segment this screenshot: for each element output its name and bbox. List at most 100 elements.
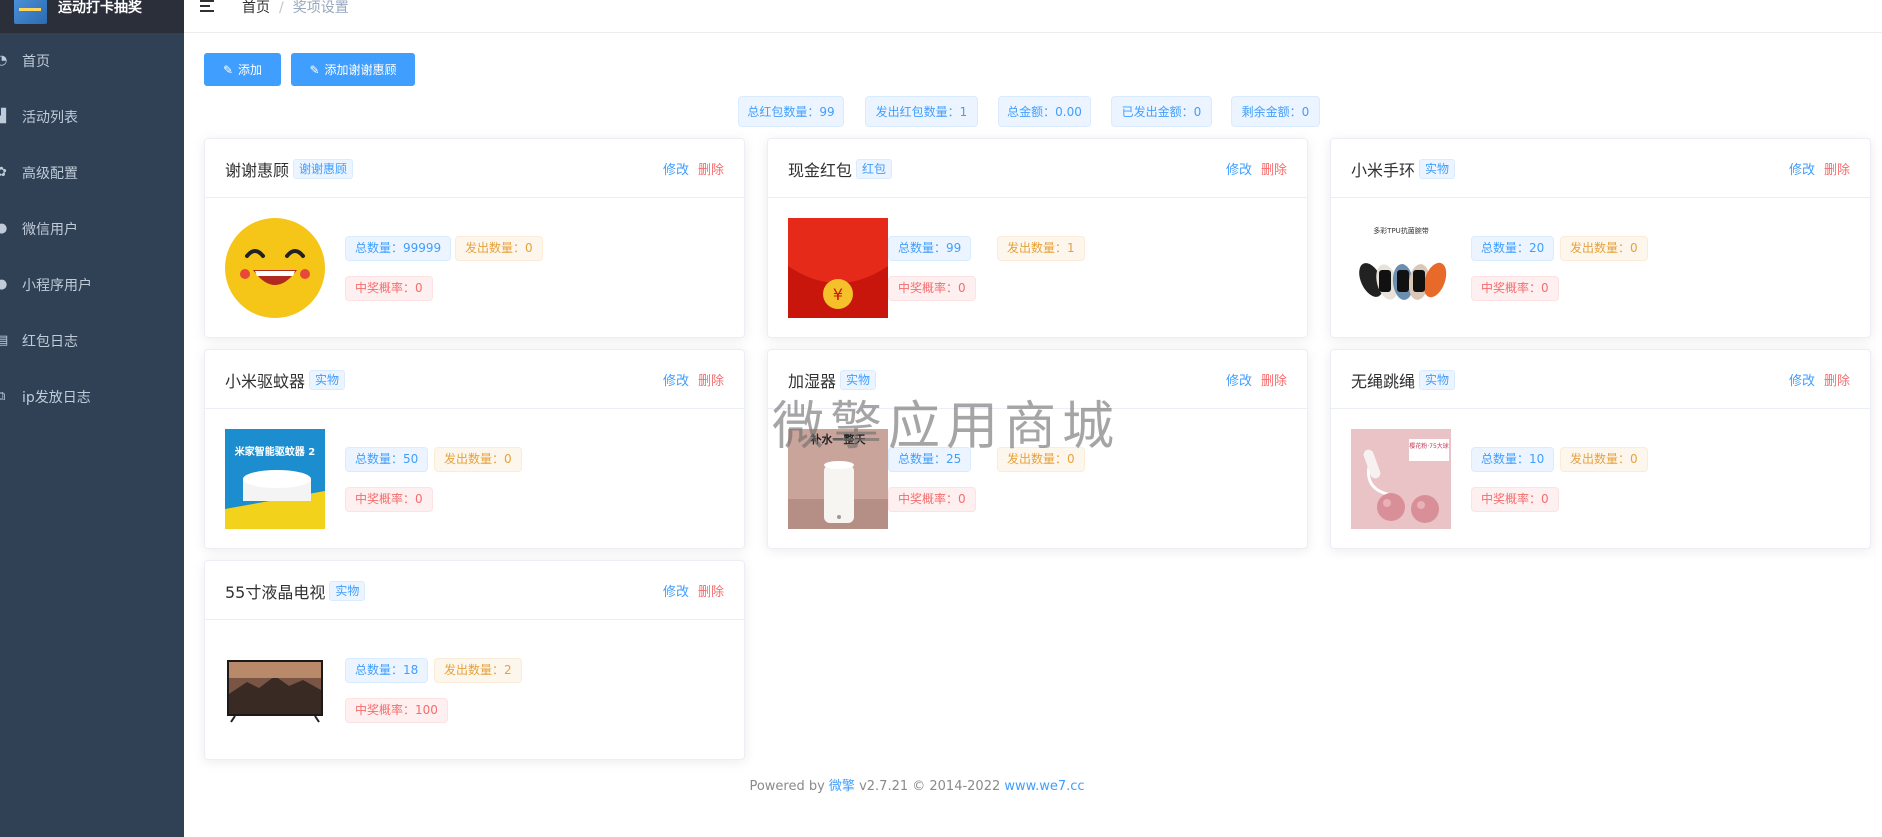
edit-icon: ✎ — [222, 62, 234, 77]
card-header: 现金红包 红包 修改 删除 — [768, 139, 1307, 198]
total-count-tag: 总数量：25 — [888, 447, 972, 472]
prize-image-smiley — [225, 218, 325, 318]
prize-title: 小米驱蚊器 实物 — [225, 368, 346, 392]
breadcrumb-home[interactable]: 首页 — [242, 0, 270, 16]
edit-icon: ✎ — [309, 62, 320, 77]
add-button-label: 添加 — [238, 63, 263, 77]
prize-image-humidifier: 补水一整天 — [788, 429, 888, 529]
sidebar-item-wechat-users[interactable]: ● 微信用户 — [0, 201, 184, 257]
edit-button[interactable]: 修改 — [1226, 163, 1252, 178]
prize-type-tag: 实物 — [1419, 370, 1456, 390]
stat-total-amount: 总金额：0.00 — [998, 96, 1091, 127]
card-actions: 修改 删除 — [663, 159, 724, 178]
add-thanks-button[interactable]: ✎ 添加谢谢惠顾 — [291, 53, 415, 86]
prize-type-tag: 谢谢惠顾 — [293, 159, 354, 179]
edit-button[interactable]: 修改 — [663, 585, 689, 600]
delete-button[interactable]: 删除 — [698, 585, 724, 600]
prize-type-tag: 实物 — [1419, 159, 1456, 179]
sidebar-item-advanced-config[interactable]: ✿ 高级配置 — [0, 145, 184, 201]
prize-image-smart-band: 多彩TPU抗菌腕带 — [1351, 218, 1451, 318]
add-thanks-button-label: 添加谢谢惠顾 — [324, 63, 397, 77]
prize-name: 无绳跳绳 — [1351, 372, 1416, 391]
card-header: 无绳跳绳 实物 修改 删除 — [1331, 350, 1870, 409]
sidebar-item-label: 首页 — [22, 54, 50, 70]
card-header: 谢谢惠顾 谢谢惠顾 修改 删除 — [205, 139, 744, 198]
prize-type-tag: 红包 — [856, 159, 893, 179]
win-probability-tag: 中奖概率：0 — [888, 276, 976, 301]
sidebar-item-label: 红包日志 — [22, 334, 78, 350]
card-actions: 修改 删除 — [1789, 370, 1850, 389]
prize-image-red-envelope: ¥ — [788, 218, 888, 318]
prize-card: 现金红包 红包 修改 删除 ¥ 总数量：99 发出数量：1 中奖概率：0 — [767, 138, 1308, 338]
prize-name: 小米驱蚊器 — [225, 372, 306, 391]
prize-image-tv — [225, 640, 325, 740]
sidebar-item-activity-list[interactable]: ▟ 活动列表 — [0, 89, 184, 145]
menu-toggle-icon[interactable] — [200, 0, 216, 14]
win-probability-tag: 中奖概率：100 — [345, 698, 448, 723]
sent-count-tag: 发出数量：0 — [997, 447, 1085, 472]
app-title: 运动打卡抽奖 — [58, 0, 142, 16]
win-probability-tag: 中奖概率：0 — [1471, 487, 1559, 512]
card-actions: 修改 删除 — [1226, 370, 1287, 389]
prize-type-tag: 实物 — [840, 370, 877, 390]
sent-count-tag: 发出数量：0 — [434, 447, 522, 472]
delete-button[interactable]: 删除 — [698, 163, 724, 178]
top-navbar: 首页 / 奖项设置 — [184, 0, 1882, 33]
prize-image-caption: 米家智能驱蚊器 2 — [234, 447, 316, 458]
prize-title: 小米手环 实物 — [1351, 157, 1456, 181]
sidebar-item-redpacket-log[interactable]: ▤ 红包日志 — [0, 313, 184, 369]
delete-button[interactable]: 删除 — [1261, 163, 1287, 178]
prize-type-tag: 实物 — [309, 370, 346, 390]
sidebar-item-miniprogram-users[interactable]: ● 小程序用户 — [0, 257, 184, 313]
sidebar-item-home[interactable]: ◔ 首页 — [0, 33, 184, 89]
sidebar: 运动打卡抽奖 ◔ 首页 ▟ 活动列表 ✿ 高级配置 ● 微信用户 ● 小程序用户… — [0, 0, 184, 837]
sidebar-item-label: 小程序用户 — [22, 278, 92, 294]
add-button[interactable]: ✎ 添加 — [204, 53, 281, 86]
edit-button[interactable]: 修改 — [1789, 163, 1815, 178]
edit-button[interactable]: 修改 — [1226, 374, 1252, 389]
prize-card: 55寸液晶电视 实物 修改 删除 总数量：18 发出数量：2 中奖概率：100 — [204, 560, 745, 760]
list-icon: ▟ — [0, 109, 6, 124]
prize-card: 无绳跳绳 实物 修改 删除 樱花粉·75大球 总数量：10 发出数量：0 中奖概率… — [1330, 349, 1871, 549]
sidebar-menu: ◔ 首页 ▟ 活动列表 ✿ 高级配置 ● 微信用户 ● 小程序用户 ▤ 红包日志… — [0, 33, 184, 425]
sidebar-item-label: 微信用户 — [22, 222, 78, 238]
total-count-tag: 总数量：99 — [888, 236, 972, 261]
edit-button[interactable]: 修改 — [1789, 374, 1815, 389]
prize-image-mosquito-repeller: 米家智能驱蚊器 2 — [225, 429, 325, 529]
sent-count-tag: 发出数量：2 — [434, 658, 522, 683]
app-logo — [14, 0, 47, 24]
breadcrumb: 首页 / 奖项设置 — [242, 0, 349, 16]
total-count-tag: 总数量：20 — [1471, 236, 1555, 261]
prize-name: 小米手环 — [1351, 161, 1416, 180]
delete-button[interactable]: 删除 — [1824, 163, 1850, 178]
prize-type-tag: 实物 — [329, 581, 366, 601]
prize-title: 55寸液晶电视 实物 — [225, 579, 366, 603]
sent-count-tag: 发出数量：0 — [1560, 447, 1648, 472]
prize-image-jump-rope: 樱花粉·75大球 — [1351, 429, 1451, 529]
card-actions: 修改 删除 — [663, 370, 724, 389]
edit-button[interactable]: 修改 — [663, 163, 689, 178]
footer-brand-link[interactable]: 微擎 — [829, 779, 855, 794]
prize-title: 无绳跳绳 实物 — [1351, 368, 1456, 392]
total-count-tag: 总数量：50 — [345, 447, 429, 472]
card-header: 加湿器 实物 修改 删除 — [768, 350, 1307, 409]
prize-title: 现金红包 红包 — [788, 157, 893, 181]
sent-count-tag: 发出数量：0 — [455, 236, 543, 261]
delete-button[interactable]: 删除 — [698, 374, 724, 389]
win-probability-tag: 中奖概率：0 — [888, 487, 976, 512]
breadcrumb-separator: / — [279, 0, 284, 16]
prize-image-caption: 樱花粉·75大球 — [1409, 443, 1449, 450]
edit-button[interactable]: 修改 — [663, 374, 689, 389]
footer-site-link[interactable]: www.we7.cc — [1004, 779, 1084, 794]
app-header: 运动打卡抽奖 — [0, 0, 184, 33]
delete-button[interactable]: 删除 — [1261, 374, 1287, 389]
breadcrumb-current: 奖项设置 — [292, 0, 349, 16]
prize-name: 谢谢惠顾 — [225, 161, 290, 180]
sidebar-item-ip-log[interactable]: ⧉ ip发放日志 — [0, 369, 184, 425]
delete-button[interactable]: 删除 — [1824, 374, 1850, 389]
card-actions: 修改 删除 — [663, 581, 724, 600]
card-header: 55寸液晶电视 实物 修改 删除 — [205, 561, 744, 620]
prize-name: 加湿器 — [788, 372, 837, 391]
footer-prefix: Powered by — [749, 779, 829, 794]
prize-image-caption: 多彩TPU抗菌腕带 — [1373, 227, 1429, 235]
